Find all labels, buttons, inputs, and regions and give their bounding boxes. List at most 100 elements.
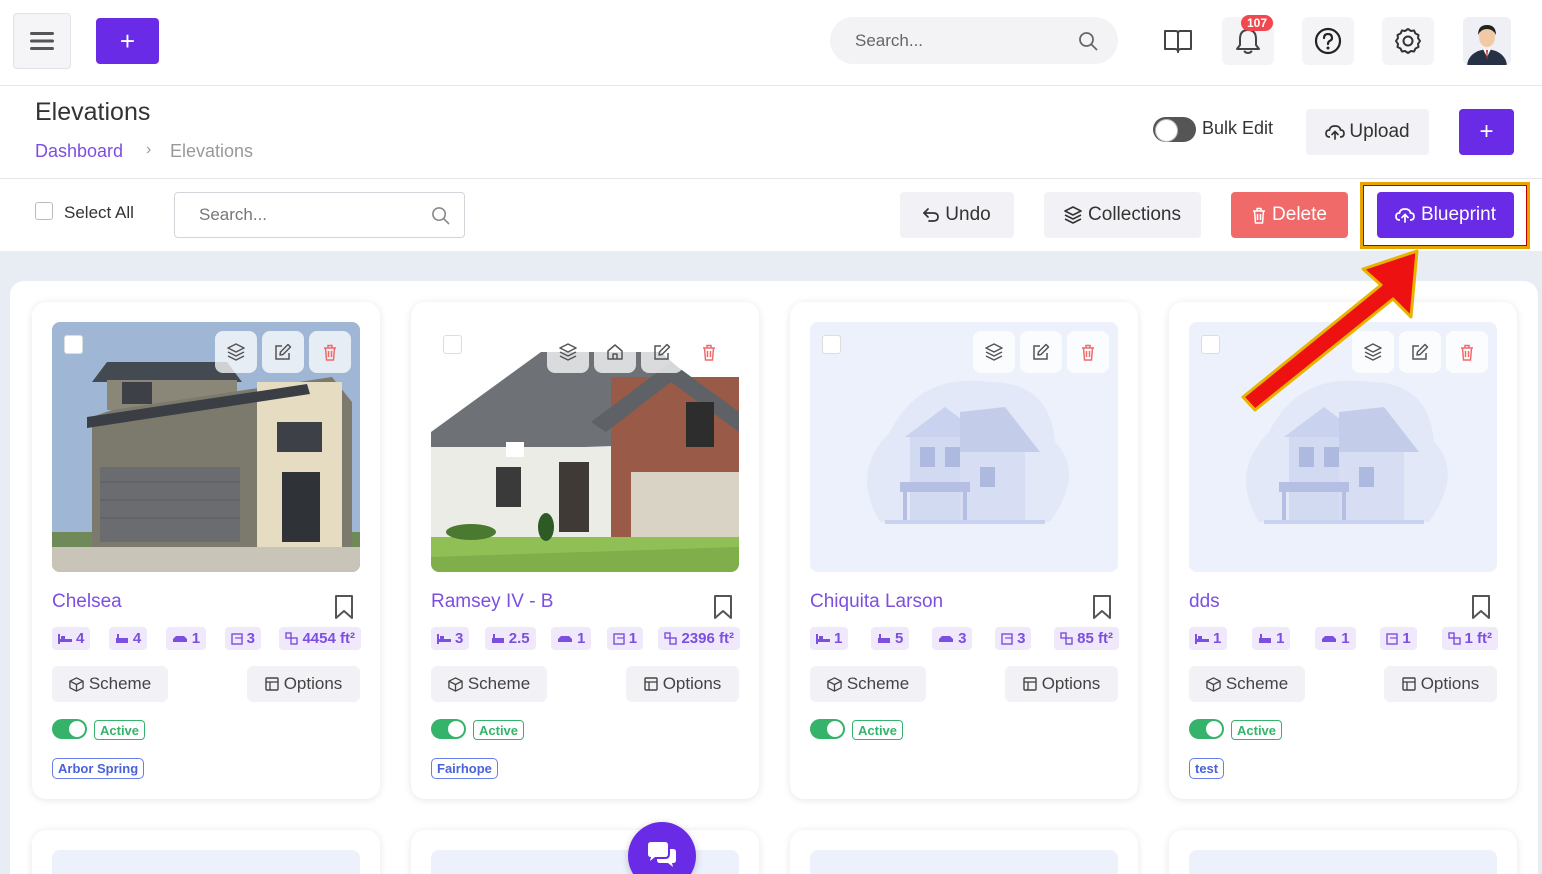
elevation-image[interactable] <box>1189 850 1497 874</box>
delete-action[interactable] <box>309 331 351 373</box>
collections-button[interactable]: Collections <box>1044 192 1201 238</box>
undo-button[interactable]: Undo <box>900 192 1014 238</box>
stat-garage: 1 <box>1315 627 1356 650</box>
bookmark-icon[interactable] <box>334 594 354 620</box>
breadcrumb-separator: › <box>146 141 152 158</box>
toolbar-divider <box>0 178 1542 179</box>
search-icon[interactable] <box>431 206 450 225</box>
community-tag[interactable]: Arbor Spring <box>52 758 145 779</box>
edit-icon <box>654 343 671 360</box>
cube-icon <box>448 676 463 692</box>
global-search-input[interactable] <box>855 30 1078 51</box>
delete-action[interactable] <box>688 331 730 373</box>
card-select-checkbox[interactable] <box>64 335 83 354</box>
options-button[interactable]: Options <box>1005 666 1118 702</box>
elevation-card[interactable] <box>32 830 380 874</box>
global-search[interactable] <box>830 17 1118 64</box>
edit-action[interactable] <box>262 331 304 373</box>
scheme-button[interactable]: Scheme <box>431 666 547 702</box>
elevation-card[interactable]: Chiquita Larson 1 5 3 3 85 ft² Scheme Op… <box>790 302 1138 799</box>
elevation-name[interactable]: dds <box>1189 591 1220 613</box>
elevation-search[interactable] <box>174 192 465 238</box>
stat-garage: 1 <box>550 627 592 650</box>
layers-icon <box>559 343 577 361</box>
select-all-checkbox[interactable] <box>35 202 53 220</box>
model-home-action[interactable] <box>594 331 636 373</box>
elevation-image[interactable] <box>810 850 1118 874</box>
bed-icon <box>437 633 451 644</box>
quick-add-button[interactable]: + <box>96 18 159 64</box>
user-avatar[interactable] <box>1463 17 1511 65</box>
elevation-image[interactable] <box>52 850 360 874</box>
collections-action[interactable] <box>547 331 589 373</box>
bookmark-icon[interactable] <box>1092 594 1112 620</box>
select-all-label: Select All <box>64 203 134 222</box>
add-elevation-button[interactable]: + <box>1459 109 1514 155</box>
upload-button[interactable]: Upload <box>1306 109 1429 155</box>
edit-action[interactable] <box>641 331 683 373</box>
card-select-checkbox[interactable] <box>443 335 462 354</box>
bookmark-icon[interactable] <box>713 594 733 620</box>
cloud-upload-icon <box>1325 125 1346 140</box>
elevation-stats: 3 2.5 1 1 2396 ft² <box>431 627 740 650</box>
elevation-card[interactable] <box>411 830 759 874</box>
stat-stories: 1 <box>606 627 644 650</box>
edit-action[interactable] <box>1020 331 1062 373</box>
options-button[interactable]: Options <box>247 666 360 702</box>
card-select-checkbox[interactable] <box>1201 335 1220 354</box>
delete-action[interactable] <box>1067 331 1109 373</box>
stat-bedrooms: 3 <box>431 627 470 650</box>
stat-area: 4454 ft² <box>279 627 361 650</box>
elevation-name[interactable]: Chelsea <box>52 591 122 613</box>
elevation-image[interactable] <box>810 322 1118 572</box>
stat-bedrooms: 4 <box>52 627 91 650</box>
stat-stories: 3 <box>995 627 1032 650</box>
elevation-card[interactable]: Chelsea 4 4 1 3 4454 ft² Scheme Options … <box>32 302 380 799</box>
bulk-edit-toggle[interactable] <box>1153 117 1196 142</box>
help-button[interactable] <box>1302 17 1354 65</box>
card-select-checkbox[interactable] <box>822 335 841 354</box>
settings-button[interactable] <box>1382 17 1434 65</box>
active-switch[interactable] <box>52 719 87 739</box>
delete-label: Delete <box>1272 204 1327 225</box>
delete-action[interactable] <box>1446 331 1488 373</box>
elevation-name[interactable]: Ramsey IV - B <box>431 591 553 613</box>
breadcrumb-current: Elevations <box>170 141 254 161</box>
stat-area: 1 ft² <box>1441 627 1498 650</box>
hamburger-menu-button[interactable] <box>13 13 71 69</box>
hamburger-icon <box>30 32 54 50</box>
stat-bathrooms: 2.5 <box>484 627 536 650</box>
scheme-button[interactable]: Scheme <box>1189 666 1305 702</box>
docs-button[interactable] <box>1152 17 1204 65</box>
elevation-card[interactable] <box>1169 830 1517 874</box>
elevation-image[interactable] <box>431 322 739 572</box>
bookmark-icon[interactable] <box>1471 594 1491 620</box>
car-icon <box>172 635 187 642</box>
community-tag[interactable]: test <box>1189 758 1225 779</box>
active-switch[interactable] <box>810 719 845 739</box>
options-button[interactable]: Options <box>626 666 739 702</box>
elevation-card[interactable] <box>790 830 1138 874</box>
breadcrumb-dashboard-link[interactable]: Dashboard <box>35 141 123 162</box>
delete-button[interactable]: Delete <box>1231 192 1348 238</box>
bed-icon <box>1195 633 1209 644</box>
active-switch[interactable] <box>1189 719 1224 739</box>
scheme-button[interactable]: Scheme <box>810 666 926 702</box>
book-open-icon <box>1164 30 1192 53</box>
stat-stories: 3 <box>224 627 261 650</box>
community-tag[interactable]: Fairhope <box>431 758 498 779</box>
collections-action[interactable] <box>973 331 1015 373</box>
scheme-button[interactable]: Scheme <box>52 666 168 702</box>
elevation-image[interactable] <box>52 322 360 572</box>
edit-icon <box>275 343 292 360</box>
elevation-card[interactable]: Ramsey IV - B 3 2.5 1 1 2396 ft² Scheme … <box>411 302 759 799</box>
elevation-search-input[interactable] <box>199 205 431 225</box>
stat-bedrooms: 1 <box>810 627 849 650</box>
undo-icon <box>923 208 940 222</box>
search-icon[interactable] <box>1078 31 1098 51</box>
collections-action[interactable] <box>215 331 257 373</box>
options-button[interactable]: Options <box>1384 666 1497 702</box>
notifications-button[interactable]: 107 <box>1222 15 1274 65</box>
elevation-name[interactable]: Chiquita Larson <box>810 591 943 613</box>
active-switch[interactable] <box>431 719 466 739</box>
